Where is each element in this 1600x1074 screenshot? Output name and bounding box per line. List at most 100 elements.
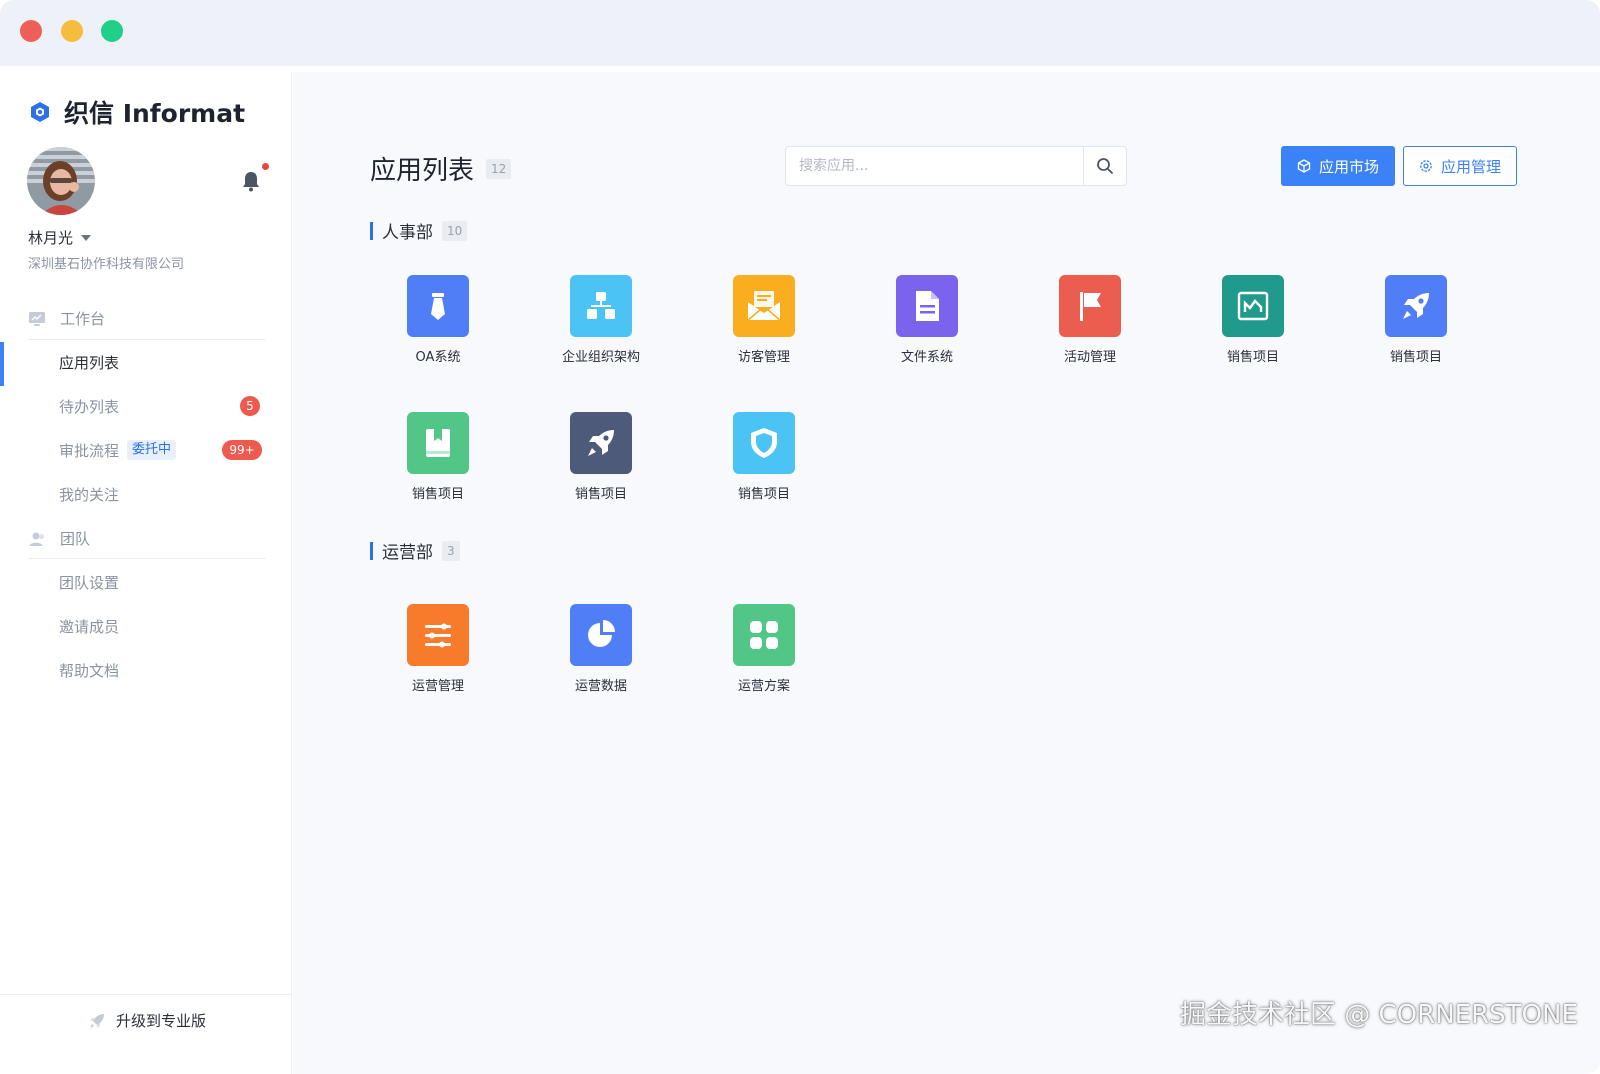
app-tile-oa[interactable]: OA系统: [368, 275, 508, 385]
cube-icon: [1297, 159, 1311, 173]
app-market-label: 应用市场: [1318, 157, 1379, 176]
nav-group-team[interactable]: 团队: [28, 528, 90, 549]
app-label: 销售项目: [574, 487, 627, 502]
search-input[interactable]: [786, 147, 1083, 185]
notification-bell-icon[interactable]: [240, 169, 262, 193]
user-menu[interactable]: 林月光: [28, 227, 92, 248]
section-title: 人事部: [382, 223, 433, 243]
sidebar-item-label: 审批流程: [59, 441, 120, 460]
app-label: 活动管理: [1063, 350, 1116, 365]
shield-icon: [733, 412, 795, 474]
maximize-window-button[interactable]: [101, 20, 123, 42]
divider: [0, 994, 292, 995]
search-icon: [1097, 158, 1113, 174]
sidebar-item-following[interactable]: 我的关注: [0, 474, 292, 514]
nav-group-label: 工作台: [60, 310, 106, 328]
close-window-button[interactable]: [20, 20, 42, 42]
sidebar-item-approval[interactable]: 审批流程 委托中 99+: [0, 430, 292, 470]
app-market-button[interactable]: 应用市场: [1281, 146, 1395, 186]
flag-icon: [1059, 275, 1121, 337]
app-label: 运营管理: [411, 679, 464, 694]
user-name: 林月光: [28, 229, 74, 247]
app-manage-label: 应用管理: [1440, 157, 1501, 176]
title-bar: [0, 0, 1600, 66]
brand-name: 织信 Informat: [64, 99, 246, 128]
app-count-badge: 12: [486, 158, 512, 179]
rocket-icon: [1385, 275, 1447, 337]
nav-group-label: 团队: [60, 530, 91, 548]
app-tile-org-chart[interactable]: 企业组织架构: [531, 275, 671, 385]
avatar[interactable]: [27, 147, 95, 215]
todo-count-badge: 5: [240, 396, 260, 416]
sliders-icon: [407, 604, 469, 666]
section-accent-bar: [370, 541, 373, 560]
sidebar-item-app-list[interactable]: 应用列表: [0, 342, 292, 386]
app-label: 访客管理: [737, 350, 790, 365]
app-tile-files[interactable]: 文件系统: [857, 275, 997, 385]
chevron-down-icon: [81, 234, 92, 241]
divider: [28, 339, 266, 340]
app-tile-sales-3[interactable]: 销售项目: [368, 412, 508, 522]
main-content: 应用列表 12 应用市场 应用管理: [293, 72, 1600, 1074]
app-tile-ops-data[interactable]: 运营数据: [531, 604, 671, 714]
sidebar-item-todo[interactable]: 待办列表 5: [0, 386, 292, 426]
sidebar-item-label: 应用列表: [59, 353, 120, 372]
approval-count-badge: 99+: [222, 440, 262, 460]
book-icon: [407, 412, 469, 474]
app-tile-visitor[interactable]: 访客管理: [694, 275, 834, 385]
section-accent-bar: [370, 221, 373, 240]
delegated-tag: 委托中: [127, 440, 177, 460]
sidebar-item-help[interactable]: 帮助文档: [0, 650, 292, 690]
app-tile-activity[interactable]: 活动管理: [1020, 275, 1160, 385]
section-title: 运营部: [382, 543, 433, 563]
app-tile-sales-2[interactable]: 销售项目: [1346, 275, 1486, 385]
watermark: 掘金技术社区 @ CORNERSTONE: [1180, 1000, 1578, 1030]
avatar-image: [27, 147, 95, 215]
app-tile-ops-management[interactable]: 运营管理: [368, 604, 508, 714]
search-box: [785, 146, 1127, 186]
upgrade-button[interactable]: 升级到专业版: [88, 1010, 206, 1031]
minimize-window-button[interactable]: [61, 20, 83, 42]
company-name: 深圳基石协作科技有限公司: [28, 257, 185, 272]
rocket-icon: [570, 412, 632, 474]
app-label: 销售项目: [737, 487, 790, 502]
sidebar: 织信 Informat 林月光 深圳基石协作科技有限公司 工作台 应用列表 待办…: [0, 72, 292, 1074]
app-tile-sales-4[interactable]: 销售项目: [531, 412, 671, 522]
org-chart-icon: [570, 275, 632, 337]
brand-logo[interactable]: 织信 Informat: [28, 94, 245, 130]
user-group-icon: [29, 532, 44, 546]
notification-dot: [262, 163, 269, 170]
page-title: 应用列表 12: [370, 150, 512, 187]
app-label: 企业组织架构: [561, 350, 640, 365]
section-header-ops: 运营部 3: [370, 538, 460, 563]
app-manage-button[interactable]: 应用管理: [1403, 146, 1517, 186]
pie-chart-icon: [570, 604, 632, 666]
sidebar-item-team-settings[interactable]: 团队设置: [0, 562, 292, 602]
app-label: 运营数据: [574, 679, 627, 694]
search-button[interactable]: [1083, 147, 1126, 185]
rocket-icon: [90, 1013, 104, 1028]
nav-group-workbench[interactable]: 工作台: [28, 308, 105, 329]
tie-icon: [407, 275, 469, 337]
upgrade-label: 升级到专业版: [116, 1012, 207, 1030]
monitor-icon: [29, 311, 45, 326]
app-label: 销售项目: [1389, 350, 1442, 365]
grid-icon: [733, 604, 795, 666]
gear-icon: [1420, 160, 1432, 172]
app-label: OA系统: [415, 350, 461, 365]
sidebar-item-invite[interactable]: 邀请成员: [0, 606, 292, 646]
app-label: 销售项目: [1226, 350, 1279, 365]
page-title-text: 应用列表: [370, 156, 475, 186]
sidebar-item-label: 邀请成员: [59, 617, 120, 636]
app-tile-sales-1[interactable]: 销售项目: [1183, 275, 1323, 385]
sidebar-item-label: 团队设置: [59, 573, 120, 592]
app-window: 织信 Informat 林月光 深圳基石协作科技有限公司 工作台 应用列表 待办…: [0, 0, 1600, 1074]
app-tile-sales-5[interactable]: 销售项目: [694, 412, 834, 522]
app-label: 文件系统: [900, 350, 953, 365]
app-tile-ops-plan[interactable]: 运营方案: [694, 604, 834, 714]
logo-icon: [31, 102, 49, 122]
divider: [28, 558, 266, 559]
app-label: 销售项目: [411, 487, 464, 502]
chart-board-icon: [1222, 275, 1284, 337]
section-header-hr: 人事部 10: [370, 218, 468, 243]
